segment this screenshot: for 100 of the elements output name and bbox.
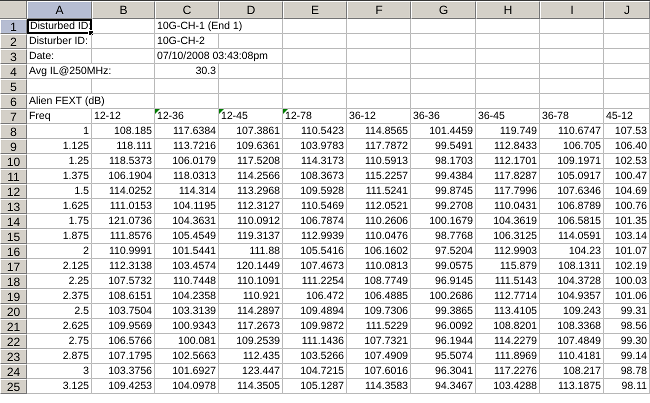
row-header[interactable]: 2 bbox=[0, 34, 27, 49]
column-header[interactable]: H bbox=[476, 1, 540, 19]
empty-cell[interactable] bbox=[283, 64, 347, 79]
column-header[interactable]: G bbox=[411, 1, 476, 19]
empty-cell[interactable] bbox=[604, 64, 650, 79]
empty-cell[interactable] bbox=[219, 79, 283, 94]
empty-cell[interactable] bbox=[411, 49, 476, 64]
empty-cell[interactable] bbox=[219, 94, 283, 109]
table-cell: 12-45 bbox=[219, 109, 283, 124]
empty-cell[interactable] bbox=[92, 49, 155, 64]
table-cell: 112.435 bbox=[219, 349, 283, 364]
empty-cell[interactable] bbox=[604, 79, 650, 94]
row-header[interactable]: 18 bbox=[0, 274, 27, 289]
table-cell: 120.1449 bbox=[219, 259, 283, 274]
row-header[interactable]: 16 bbox=[0, 244, 27, 259]
row-header[interactable]: 12 bbox=[0, 184, 27, 199]
empty-cell[interactable] bbox=[283, 94, 347, 109]
column-header[interactable]: B bbox=[92, 1, 155, 19]
table-cell: 96.3041 bbox=[411, 364, 476, 379]
row-header[interactable]: 15 bbox=[0, 229, 27, 244]
empty-cell[interactable] bbox=[476, 94, 540, 109]
empty-cell[interactable] bbox=[476, 64, 540, 79]
column-header[interactable]: F bbox=[347, 1, 411, 19]
row-header[interactable]: 9 bbox=[0, 139, 27, 154]
table-cell: 111.5229 bbox=[347, 319, 411, 334]
table-cell: 114.314 bbox=[155, 184, 219, 199]
table-cell: 111.8576 bbox=[92, 229, 155, 244]
table-cell: 96.9145 bbox=[411, 274, 476, 289]
table-cell: 99.30 bbox=[604, 334, 650, 349]
column-header[interactable]: J bbox=[604, 1, 650, 19]
empty-cell[interactable] bbox=[219, 64, 283, 79]
column-header[interactable]: D bbox=[219, 1, 283, 19]
table-cell: 117.2276 bbox=[476, 364, 540, 379]
select-all-corner[interactable] bbox=[0, 1, 27, 19]
empty-cell[interactable] bbox=[604, 94, 650, 109]
empty-cell[interactable] bbox=[540, 34, 604, 49]
empty-cell[interactable] bbox=[604, 19, 650, 34]
row-header[interactable]: 21 bbox=[0, 319, 27, 334]
empty-cell[interactable] bbox=[347, 49, 411, 64]
empty-cell[interactable] bbox=[540, 79, 604, 94]
row-header[interactable]: 20 bbox=[0, 304, 27, 319]
row-header[interactable]: 6 bbox=[0, 94, 27, 109]
row-header[interactable]: 13 bbox=[0, 199, 27, 214]
empty-cell[interactable] bbox=[411, 94, 476, 109]
empty-cell[interactable] bbox=[283, 49, 347, 64]
table-cell: 106.8789 bbox=[540, 199, 604, 214]
empty-cell[interactable] bbox=[283, 34, 347, 49]
column-header[interactable]: A bbox=[27, 1, 92, 19]
table-cell: 117.7996 bbox=[476, 184, 540, 199]
empty-cell[interactable] bbox=[92, 79, 155, 94]
empty-cell[interactable] bbox=[411, 34, 476, 49]
empty-cell[interactable] bbox=[604, 49, 650, 64]
table-cell: 117.6384 bbox=[155, 124, 219, 139]
empty-cell[interactable] bbox=[411, 79, 476, 94]
row-header[interactable]: 8 bbox=[0, 124, 27, 139]
row-header[interactable]: 17 bbox=[0, 259, 27, 274]
empty-cell[interactable] bbox=[92, 34, 155, 49]
column-header[interactable]: E bbox=[283, 1, 347, 19]
row-header[interactable]: 10 bbox=[0, 154, 27, 169]
empty-cell[interactable] bbox=[347, 94, 411, 109]
empty-cell[interactable] bbox=[476, 19, 540, 34]
row-header[interactable]: 4 bbox=[0, 64, 27, 79]
row-header[interactable]: 19 bbox=[0, 289, 27, 304]
empty-cell[interactable] bbox=[476, 49, 540, 64]
empty-cell[interactable] bbox=[155, 94, 219, 109]
empty-cell[interactable] bbox=[347, 64, 411, 79]
row-header[interactable]: 7 bbox=[0, 109, 27, 124]
empty-cell[interactable] bbox=[283, 79, 347, 94]
row-header[interactable]: 22 bbox=[0, 334, 27, 349]
empty-cell[interactable] bbox=[604, 34, 650, 49]
empty-cell[interactable] bbox=[155, 79, 219, 94]
empty-cell[interactable] bbox=[476, 79, 540, 94]
row-header[interactable]: 11 bbox=[0, 169, 27, 184]
row-header[interactable]: 24 bbox=[0, 364, 27, 379]
empty-cell[interactable] bbox=[283, 19, 347, 34]
row-header[interactable]: 23 bbox=[0, 349, 27, 364]
empty-cell[interactable] bbox=[92, 19, 155, 34]
table-cell: 112.3138 bbox=[92, 259, 155, 274]
row-header[interactable]: 14 bbox=[0, 214, 27, 229]
empty-cell[interactable] bbox=[540, 64, 604, 79]
table-cell: 106.705 bbox=[540, 139, 604, 154]
empty-cell[interactable] bbox=[347, 34, 411, 49]
empty-cell[interactable] bbox=[540, 19, 604, 34]
table-cell: 104.69 bbox=[604, 184, 650, 199]
empty-cell[interactable] bbox=[540, 49, 604, 64]
empty-cell[interactable] bbox=[347, 19, 411, 34]
row-header[interactable]: 5 bbox=[0, 79, 27, 94]
empty-cell[interactable] bbox=[540, 94, 604, 109]
column-header[interactable]: I bbox=[540, 1, 604, 19]
empty-cell[interactable] bbox=[411, 19, 476, 34]
row-header[interactable]: 3 bbox=[0, 49, 27, 64]
empty-cell[interactable] bbox=[411, 64, 476, 79]
row-header[interactable]: 1 bbox=[0, 19, 27, 34]
empty-cell[interactable] bbox=[476, 34, 540, 49]
empty-cell[interactable] bbox=[347, 79, 411, 94]
empty-cell[interactable] bbox=[219, 34, 283, 49]
table-cell: 107.3861 bbox=[219, 124, 283, 139]
row-header[interactable]: 25 bbox=[0, 379, 27, 394]
column-header[interactable]: C bbox=[155, 1, 219, 19]
table-cell: 107.6016 bbox=[347, 364, 411, 379]
